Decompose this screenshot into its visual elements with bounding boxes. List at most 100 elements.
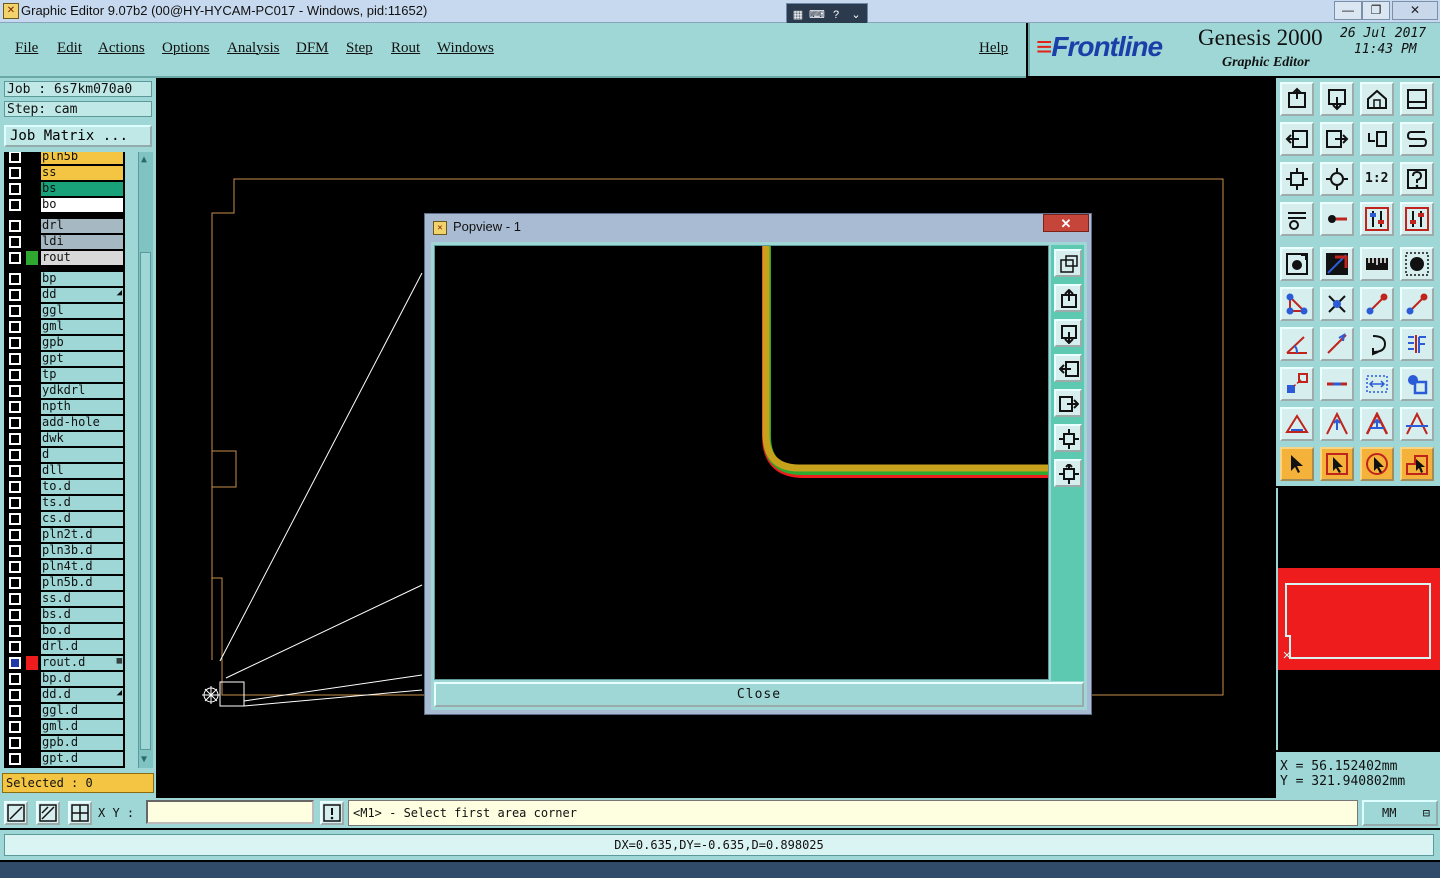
layer-row[interactable]: bs.d <box>4 608 125 622</box>
menu-windows[interactable]: Windows <box>437 40 494 57</box>
layer-color-swatch[interactable] <box>26 251 38 265</box>
layer-color-swatch[interactable] <box>26 496 38 510</box>
layer-row[interactable]: ss.d <box>4 592 125 606</box>
question-icon[interactable] <box>1400 162 1434 196</box>
layer-checkbox[interactable] <box>9 481 21 493</box>
layer-row[interactable]: bo <box>4 198 125 212</box>
pan-down-icon[interactable] <box>1054 319 1082 347</box>
layer-checkbox[interactable] <box>9 152 21 163</box>
popview-canvas[interactable] <box>434 245 1049 680</box>
menu-analysis[interactable]: Analysis <box>227 40 280 57</box>
layer-checkbox[interactable] <box>9 289 21 301</box>
fit-window-icon[interactable] <box>1280 162 1314 196</box>
layer-color-swatch[interactable] <box>26 560 38 574</box>
select-box-icon[interactable] <box>1320 447 1354 481</box>
menu-help[interactable]: Help <box>979 40 1008 57</box>
zoom-home-icon[interactable] <box>1280 82 1314 116</box>
layer-checkbox[interactable] <box>9 183 21 195</box>
layer-row[interactable]: gpb.d <box>4 736 125 750</box>
layer-checkbox[interactable] <box>9 625 21 637</box>
layer-color-swatch[interactable] <box>26 368 38 382</box>
window-split-icon[interactable] <box>1400 82 1434 116</box>
layer-row[interactable]: ggl <box>4 304 125 318</box>
layer-name[interactable]: d <box>41 448 123 462</box>
scale-one-to-two-icon[interactable]: 1:2 <box>1360 162 1394 196</box>
select-polygon-icon[interactable] <box>1400 447 1434 481</box>
minimize-button[interactable]: — <box>1334 1 1362 20</box>
undo-view-icon[interactable] <box>1360 122 1394 156</box>
layer-row[interactable]: dwk <box>4 432 125 446</box>
layer-name[interactable]: gml.d <box>41 720 123 734</box>
layer-row[interactable]: bp <box>4 272 125 286</box>
layer-checkbox[interactable] <box>9 641 21 653</box>
layer-name[interactable]: tp <box>41 368 123 382</box>
triangle-node-icon[interactable] <box>1320 407 1354 441</box>
layer-color-swatch[interactable] <box>26 166 38 180</box>
layer-checkbox[interactable] <box>9 561 21 573</box>
layer-checkbox[interactable] <box>9 689 21 701</box>
layer-checkbox[interactable] <box>9 369 21 381</box>
horizontal-line-icon[interactable] <box>1320 367 1354 401</box>
popview-close-button[interactable]: Close <box>434 682 1084 707</box>
center-view-icon[interactable] <box>1320 162 1354 196</box>
layer-color-swatch[interactable] <box>26 752 38 766</box>
select-pointer-icon[interactable] <box>1280 447 1314 481</box>
layer-checkbox[interactable] <box>9 721 21 733</box>
layer-checkbox[interactable] <box>9 353 21 365</box>
zoom-down-icon[interactable] <box>1320 82 1354 116</box>
layer-scrollbar[interactable]: ▲ ▼ <box>138 152 153 768</box>
layer-row[interactable]: dd ◢ <box>4 288 125 302</box>
overview-map[interactable] <box>1276 488 1440 750</box>
layer-checkbox[interactable] <box>9 545 21 557</box>
layer-color-swatch[interactable] <box>26 304 38 318</box>
layer-checkbox[interactable] <box>9 465 21 477</box>
layer-color-swatch[interactable] <box>26 235 38 249</box>
layer-name[interactable]: pln2t.d <box>41 528 123 542</box>
layer-name[interactable]: pln5b.d <box>41 576 123 590</box>
layer-name[interactable]: bp.d <box>41 672 123 686</box>
line-segment-icon[interactable] <box>1360 287 1394 321</box>
layer-slider-icon[interactable] <box>1360 202 1394 236</box>
layer-name[interactable]: bs <box>41 182 123 196</box>
delete-node-icon[interactable] <box>1320 287 1354 321</box>
arc-icon[interactable] <box>1360 327 1394 361</box>
layer-row[interactable]: add-hole <box>4 416 125 430</box>
layer-name[interactable]: drl <box>41 219 123 233</box>
triangle-base-icon[interactable] <box>1400 407 1434 441</box>
layer-color-swatch[interactable] <box>26 182 38 196</box>
layer-checkbox[interactable] <box>9 593 21 605</box>
layer-checkbox[interactable] <box>9 417 21 429</box>
layer-checkbox[interactable] <box>9 433 21 445</box>
layer-row[interactable]: gpt.d <box>4 752 125 766</box>
grid-icon[interactable]: ▦ <box>791 9 805 21</box>
layer-name[interactable]: ldi <box>41 235 123 249</box>
menu-rout[interactable]: Rout <box>391 40 420 57</box>
layer-row[interactable]: rout.d ▦ <box>4 656 125 670</box>
layer-name[interactable]: pln5b <box>41 152 123 164</box>
layer-name[interactable]: rout <box>41 251 123 265</box>
grid-icon[interactable] <box>68 801 92 825</box>
layer-row[interactable]: bs <box>4 182 125 196</box>
layer-row[interactable]: dd.d ◢ <box>4 688 125 702</box>
layer-color-swatch[interactable] <box>26 320 38 334</box>
snap-diagonal-icon[interactable] <box>36 801 60 825</box>
zoom-in-icon[interactable] <box>1054 424 1082 452</box>
layer-checkbox[interactable] <box>9 577 21 589</box>
layer-name[interactable]: gpb <box>41 336 123 350</box>
layer-checkbox[interactable] <box>9 657 21 669</box>
layer-row[interactable]: drl <box>4 219 125 233</box>
layer-name[interactable]: pln3b.d <box>41 544 123 558</box>
zoom-out-icon[interactable] <box>1054 459 1082 487</box>
layer-checkbox[interactable] <box>9 705 21 717</box>
layer-name[interactable]: gpt <box>41 352 123 366</box>
layer-row[interactable]: ydkdrl <box>4 384 125 398</box>
warning-icon[interactable] <box>320 801 344 825</box>
scroll-down-icon[interactable]: ▼ <box>141 754 147 765</box>
layer-color-swatch[interactable] <box>26 624 38 638</box>
menu-file[interactable]: File <box>15 40 38 57</box>
mirror-text-icon[interactable] <box>1400 327 1434 361</box>
pad-add-icon[interactable] <box>1280 247 1314 281</box>
scroll-up-icon[interactable]: ▲ <box>141 154 147 165</box>
units-select[interactable]: MM ⊟ <box>1362 800 1438 826</box>
angle-icon[interactable] <box>1280 327 1314 361</box>
